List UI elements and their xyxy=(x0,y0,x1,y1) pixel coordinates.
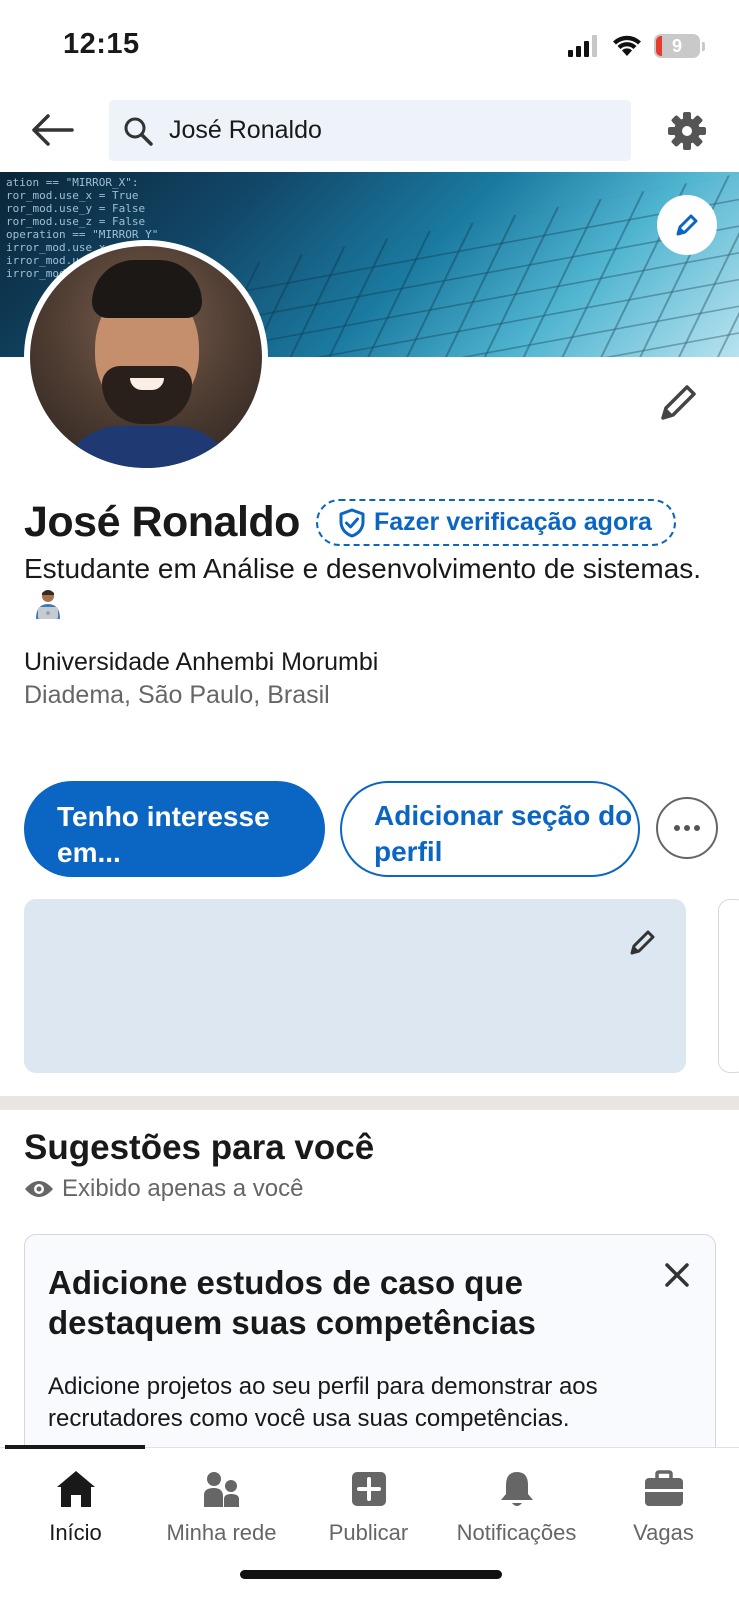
headline-text: Estudante em Análise e desenvolvimento d… xyxy=(24,553,702,584)
settings-button[interactable] xyxy=(665,109,709,153)
back-arrow-icon xyxy=(32,114,74,146)
active-tab-indicator xyxy=(5,1445,145,1449)
open-to-button[interactable]: Tenho interesse em... xyxy=(24,781,325,877)
technologist-emoji-icon xyxy=(32,589,64,619)
status-bar: 12:15 9 xyxy=(0,0,739,92)
briefcase-icon xyxy=(641,1466,687,1512)
avatar-photo xyxy=(30,246,262,468)
profile-headline: Estudante em Análise e desenvolvimento d… xyxy=(24,550,714,624)
section-divider xyxy=(0,1096,739,1110)
pencil-icon xyxy=(630,930,655,955)
gear-icon xyxy=(668,112,706,150)
home-icon xyxy=(53,1466,99,1512)
profile-school[interactable]: Universidade Anhembi Morumbi xyxy=(24,648,378,677)
status-icons: 9 xyxy=(568,34,705,58)
open-to-work-card[interactable] xyxy=(24,899,686,1073)
nav-item-post[interactable]: Publicar xyxy=(295,1456,442,1546)
visibility-text: Exibido apenas a você xyxy=(62,1175,304,1202)
verify-label: Fazer verificação agora xyxy=(373,508,652,536)
profile-avatar[interactable] xyxy=(24,240,268,474)
close-icon xyxy=(665,1263,689,1287)
bell-icon xyxy=(494,1466,540,1512)
cellular-signal-icon xyxy=(568,35,597,57)
suggestion-card-title: Adicione estudos de caso que destaquem s… xyxy=(48,1264,536,1341)
nav-item-jobs[interactable]: Vagas xyxy=(590,1456,737,1546)
back-button[interactable] xyxy=(28,110,76,150)
search-input[interactable]: José Ronaldo xyxy=(109,100,631,161)
profile-location: Diadema, São Paulo, Brasil xyxy=(24,681,330,709)
pencil-icon xyxy=(676,214,698,236)
ellipsis-icon xyxy=(674,825,680,831)
edit-card-button[interactable] xyxy=(628,927,658,957)
nav-label-notifications: Notificações xyxy=(456,1520,577,1545)
profile-name: José Ronaldo xyxy=(24,498,300,546)
status-time: 12:15 xyxy=(63,28,140,60)
nav-label-post: Publicar xyxy=(328,1520,409,1545)
home-indicator[interactable] xyxy=(240,1570,502,1579)
people-icon xyxy=(199,1466,245,1512)
dismiss-suggestion-button[interactable] xyxy=(661,1259,693,1291)
edit-profile-button[interactable] xyxy=(657,380,701,424)
add-post-icon xyxy=(346,1466,392,1512)
shield-check-icon xyxy=(339,508,365,537)
top-nav: José Ronaldo xyxy=(0,100,739,162)
nav-label-my-network: Minha rede xyxy=(166,1520,277,1545)
nav-label-home: Início xyxy=(49,1520,102,1545)
nav-item-home[interactable]: Início xyxy=(2,1456,149,1546)
battery-level: 9 xyxy=(671,35,682,56)
verify-now-button[interactable]: Fazer verificação agora xyxy=(315,499,676,546)
battery-icon: 9 xyxy=(654,34,700,58)
pencil-icon xyxy=(661,385,696,420)
wifi-icon xyxy=(613,35,641,56)
add-profile-section-button[interactable]: Adicionar seção do perfil xyxy=(340,781,640,877)
next-card-peek[interactable] xyxy=(718,899,739,1073)
nav-label-jobs: Vagas xyxy=(633,1520,694,1545)
suggestions-visibility: Exibido apenas a você xyxy=(24,1175,304,1203)
suggestions-title: Sugestões para você xyxy=(24,1128,375,1167)
nav-item-notifications[interactable]: Notificações xyxy=(443,1456,590,1546)
suggestion-card-body: Adicione projetos ao seu perfil para dem… xyxy=(48,1373,598,1432)
name-row: José Ronaldo Fazer verificação agora xyxy=(24,498,676,547)
search-icon xyxy=(124,117,153,146)
more-options-button[interactable] xyxy=(656,797,718,859)
nav-item-my-network[interactable]: Minha rede xyxy=(148,1456,295,1546)
eye-icon xyxy=(25,1181,53,1197)
edit-banner-button[interactable] xyxy=(657,195,717,255)
search-value: José Ronaldo xyxy=(169,116,322,144)
